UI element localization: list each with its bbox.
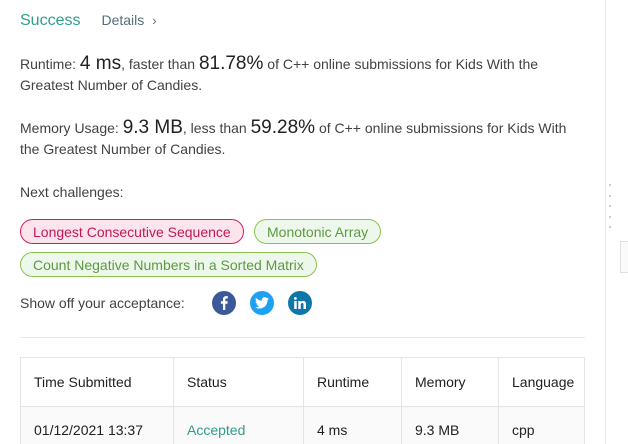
chevron-right-icon: ›: [152, 12, 157, 28]
cell-time-submitted: 01/12/2021 13:37: [20, 406, 174, 444]
section-divider: [20, 337, 585, 338]
handle-dot: [609, 215, 611, 218]
handle-dot: [609, 184, 611, 186]
challenge-tag-monotonic-array[interactable]: Monotonic Array: [254, 219, 381, 244]
result-header: Success Details ›: [20, 12, 157, 30]
memory-percent: 59.28%: [250, 117, 316, 138]
column-header-time[interactable]: Time Submitted: [20, 357, 174, 407]
twitter-icon[interactable]: [250, 291, 274, 315]
handle-dot: [609, 226, 611, 228]
runtime-value: 4 ms: [79, 53, 122, 74]
column-header-language[interactable]: Language: [498, 357, 585, 407]
memory-label: Memory Usage:: [20, 120, 123, 136]
runtime-middle: , faster than: [121, 56, 199, 72]
next-challenges-label: Next challenges:: [20, 184, 124, 200]
linkedin-icon[interactable]: [288, 291, 312, 315]
table-header-row: Time Submitted Status Runtime Memory Lan…: [20, 357, 585, 407]
cell-language: cpp: [498, 406, 585, 444]
memory-middle: , less than: [182, 120, 251, 136]
column-header-status[interactable]: Status: [173, 357, 304, 407]
handle-dot: [609, 205, 611, 207]
submissions-table: Time Submitted Status Runtime Memory Lan…: [20, 357, 585, 444]
memory-value: 9.3 MB: [122, 117, 183, 138]
handle-dot: [609, 194, 611, 197]
status-title: Success: [20, 12, 81, 29]
table-row: 01/12/2021 13:37 Accepted 4 ms 9.3 MB cp…: [20, 406, 585, 444]
submission-result-page: Success Details › Runtime: 4 ms, faster …: [0, 0, 628, 444]
facebook-icon[interactable]: [212, 291, 236, 315]
result-panel: Success Details › Runtime: 4 ms, faster …: [0, 0, 606, 444]
side-panel-toggle[interactable]: [620, 241, 628, 273]
memory-summary: Memory Usage: 9.3 MB, less than 59.28% o…: [20, 117, 580, 160]
cell-runtime: 4 ms: [303, 406, 402, 444]
runtime-summary: Runtime: 4 ms, faster than 81.78% of C++…: [20, 53, 580, 96]
challenge-tag-longest-consecutive-sequence[interactable]: Longest Consecutive Sequence: [20, 219, 244, 244]
runtime-label: Runtime:: [20, 56, 80, 72]
panel-resize-handle[interactable]: [609, 184, 613, 228]
runtime-percent: 81.78%: [198, 53, 264, 74]
cell-status-link[interactable]: Accepted: [173, 406, 304, 444]
challenge-tag-count-negative-numbers[interactable]: Count Negative Numbers in a Sorted Matri…: [20, 252, 317, 277]
share-label: Show off your acceptance:: [20, 295, 185, 311]
details-link[interactable]: Details ›: [101, 12, 156, 28]
details-label: Details: [101, 12, 145, 28]
cell-memory: 9.3 MB: [401, 406, 499, 444]
column-header-memory[interactable]: Memory: [401, 357, 499, 407]
column-header-runtime[interactable]: Runtime: [303, 357, 402, 407]
